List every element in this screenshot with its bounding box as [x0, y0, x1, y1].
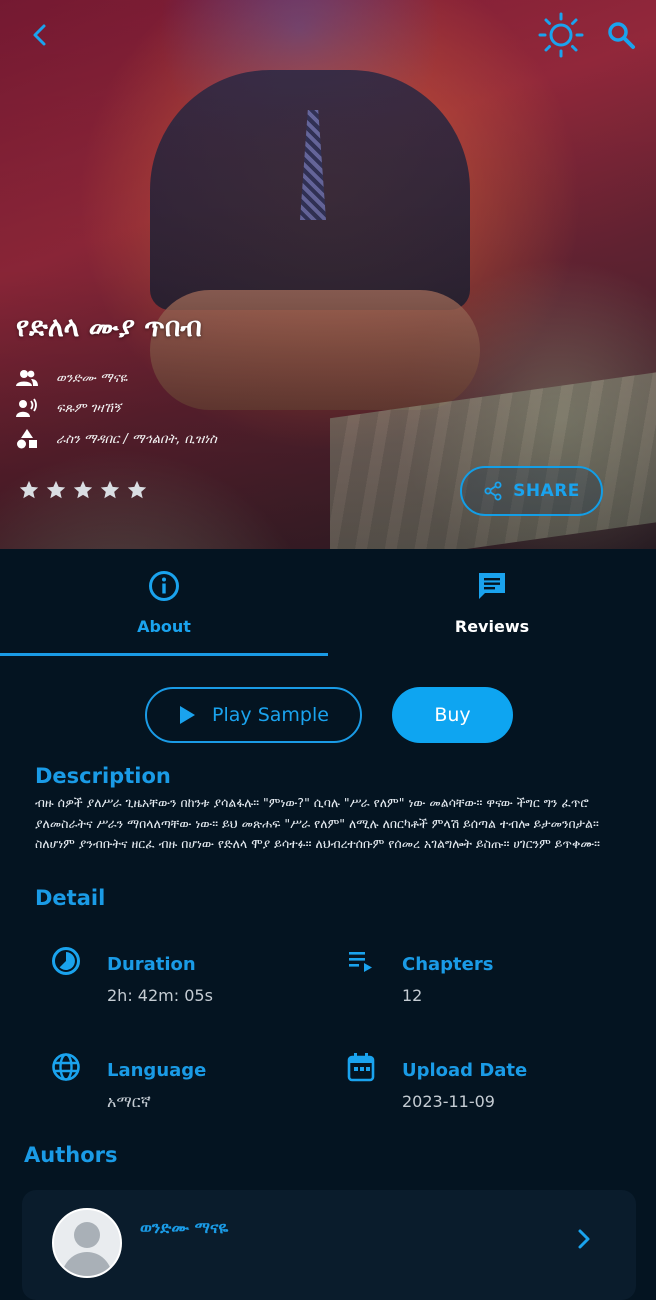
share-icon: [484, 481, 502, 501]
chapters-label: Chapters: [402, 954, 494, 975]
duration-label: Duration: [107, 954, 196, 975]
calendar-icon: [346, 1052, 376, 1082]
star-icon: [100, 480, 120, 499]
star-icon: [46, 480, 66, 499]
play-sample-label: Play Sample: [212, 704, 329, 726]
language-value: አማርኛ: [107, 1092, 151, 1111]
people-icon: [16, 367, 38, 389]
author-row[interactable]: ወንድሙ ማናዬ: [16, 367, 127, 389]
star-icon: [73, 480, 93, 499]
star-icon: [19, 480, 39, 499]
star-icon: [127, 480, 147, 499]
search-button[interactable]: [603, 18, 639, 52]
detail-heading: Detail: [35, 886, 106, 910]
play-sample-button[interactable]: Play Sample: [145, 687, 362, 743]
avatar: [52, 1208, 122, 1278]
chat-icon: [479, 573, 505, 599]
upload-date-value: 2023-11-09: [402, 1092, 495, 1111]
back-button[interactable]: [24, 20, 56, 50]
share-label: SHARE: [513, 481, 580, 501]
narrator-name-text: ፍጹም ገዛኸኝ: [56, 400, 121, 416]
timer-icon: [51, 946, 81, 976]
book-title: የድለላ ሙያ ጥበብ: [16, 312, 202, 343]
chevron-left-icon: [33, 24, 46, 46]
buy-button[interactable]: Buy: [392, 687, 513, 743]
share-button[interactable]: SHARE: [460, 466, 603, 516]
upload-date-label: Upload Date: [402, 1060, 528, 1081]
playlist-icon: [346, 946, 376, 976]
narrator-icon: [16, 397, 38, 419]
category-row[interactable]: ራስን ማዳበር / ማኅልበት, ቢዝነስ: [16, 428, 217, 450]
narrator-row[interactable]: ፍጹም ገዛኸኝ: [16, 397, 121, 419]
search-icon: [608, 22, 635, 49]
active-tab-indicator: [0, 653, 328, 656]
globe-icon: [51, 1052, 81, 1082]
tab-bar: About Reviews: [0, 549, 656, 657]
author-name-text: ወንድሙ ማናዬ: [56, 370, 128, 386]
category-text: ራስን ማዳበር / ማኅልበት, ቢዝነስ: [56, 431, 217, 447]
author-card-name: ወንድሙ ማናዬ: [140, 1218, 229, 1237]
play-icon: [180, 706, 196, 724]
theme-toggle-button[interactable]: [536, 10, 586, 60]
tab-reviews-label: Reviews: [454, 617, 530, 636]
tab-about[interactable]: About: [0, 549, 328, 657]
duration-value: 2h: 42m: 05s: [107, 986, 213, 1005]
language-label: Language: [107, 1060, 207, 1081]
description-heading: Description: [35, 764, 171, 788]
tab-about-label: About: [137, 617, 191, 636]
category-icon: [16, 428, 38, 450]
rating-stars: [18, 479, 153, 501]
chevron-right-icon: [578, 1229, 590, 1249]
chapters-value: 12: [402, 986, 423, 1005]
info-icon: [149, 571, 179, 601]
tab-reviews[interactable]: Reviews: [328, 549, 656, 657]
sun-icon: [538, 12, 584, 58]
buy-label: Buy: [434, 704, 471, 726]
author-card[interactable]: ወንድሙ ማናዬ: [22, 1190, 636, 1300]
authors-heading: Authors: [24, 1143, 118, 1167]
description-text: ብዙ ሰዎች ያለሥራ ጊዜአቸውን በከንቱ ያሳልፋሉ። "ምነው?" ሲባ…: [35, 795, 600, 851]
